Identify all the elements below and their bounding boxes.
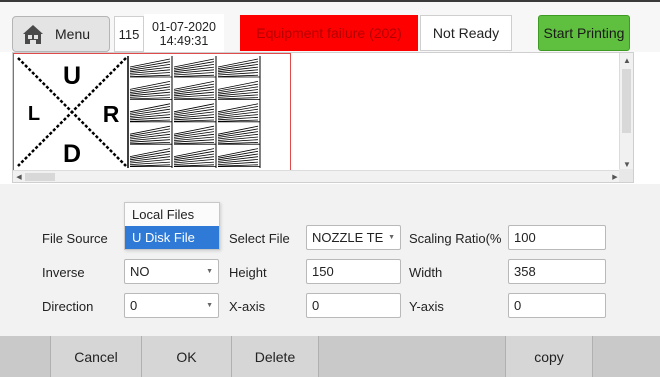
- time-text: 14:49:31: [159, 34, 209, 48]
- scroll-left-icon[interactable]: ◀: [13, 171, 25, 183]
- vertical-scrollbar[interactable]: ▲ ▼: [619, 53, 633, 171]
- delete-button[interactable]: Delete: [231, 336, 319, 377]
- letter-down: D: [63, 140, 81, 168]
- direction-value: 0: [130, 298, 138, 313]
- x-axis-input[interactable]: 0: [306, 293, 401, 318]
- settings-form: File Source Select File NOZZLE TE ▼ Scal…: [0, 184, 660, 336]
- header-bar: Menu 115 01-07-2020 14:49:31 Equipment f…: [0, 2, 660, 54]
- file-source-option-local[interactable]: Local Files: [125, 203, 219, 226]
- horizontal-scroll-thumb[interactable]: [25, 173, 55, 181]
- ok-button[interactable]: OK: [141, 336, 232, 377]
- y-axis-label: Y-axis: [409, 299, 444, 314]
- file-source-option-udisk[interactable]: U Disk File: [125, 226, 219, 249]
- direction-label: Direction: [42, 299, 94, 314]
- chevron-down-icon: ▼: [388, 234, 395, 241]
- vertical-scroll-thumb[interactable]: [622, 69, 631, 133]
- chevron-down-icon: ▼: [206, 268, 213, 275]
- date-text: 01-07-2020: [152, 20, 216, 34]
- width-input[interactable]: 358: [508, 259, 606, 284]
- direction-select[interactable]: 0 ▼: [124, 293, 219, 318]
- bottom-toolbar: Cancel OK Delete copy: [0, 336, 660, 377]
- letter-right: R: [103, 101, 120, 127]
- copy-button[interactable]: copy: [505, 336, 593, 377]
- width-label: Width: [409, 265, 443, 280]
- inverse-label: Inverse: [42, 265, 85, 280]
- height-label: Height: [229, 265, 267, 280]
- file-source-dropdown[interactable]: Local Files U Disk File: [124, 202, 220, 250]
- scroll-corner: [619, 169, 633, 182]
- print-counter: 115: [114, 16, 144, 52]
- scaling-ratio-label: Scaling Ratio(%: [409, 231, 502, 246]
- datetime-display: 01-07-2020 14:49:31: [144, 14, 224, 54]
- select-file-value: NOZZLE TE: [312, 230, 384, 245]
- scroll-up-icon[interactable]: ▲: [620, 53, 634, 67]
- chevron-down-icon: ▼: [206, 302, 213, 309]
- nozzle-test-pattern: U L R D: [17, 56, 261, 168]
- scaling-ratio-input[interactable]: 100: [508, 225, 606, 250]
- ready-status: Not Ready: [420, 15, 512, 51]
- menu-button[interactable]: Menu: [12, 16, 110, 52]
- letter-up: U: [63, 62, 81, 90]
- start-printing-button[interactable]: Start Printing: [538, 15, 630, 51]
- height-input[interactable]: 150: [306, 259, 401, 284]
- select-file-label: Select File: [229, 231, 290, 246]
- letter-left: L: [28, 103, 40, 125]
- home-icon: [23, 25, 43, 44]
- select-file-dropdown[interactable]: NOZZLE TE ▼: [306, 225, 401, 250]
- x-axis-label: X-axis: [229, 299, 266, 314]
- y-axis-input[interactable]: 0: [508, 293, 606, 318]
- inverse-select[interactable]: NO ▼: [124, 259, 219, 284]
- print-preview: U L R D ▲ ▼ ◀ ▶: [12, 52, 634, 183]
- file-source-label: File Source: [42, 231, 108, 246]
- alarm-status[interactable]: Equipment failure (202): [240, 15, 418, 51]
- inverse-value: NO: [130, 264, 150, 279]
- preview-canvas: U L R D: [13, 53, 291, 171]
- horizontal-scrollbar[interactable]: ◀ ▶: [13, 170, 621, 182]
- cancel-button[interactable]: Cancel: [50, 336, 142, 377]
- menu-label: Menu: [55, 26, 91, 42]
